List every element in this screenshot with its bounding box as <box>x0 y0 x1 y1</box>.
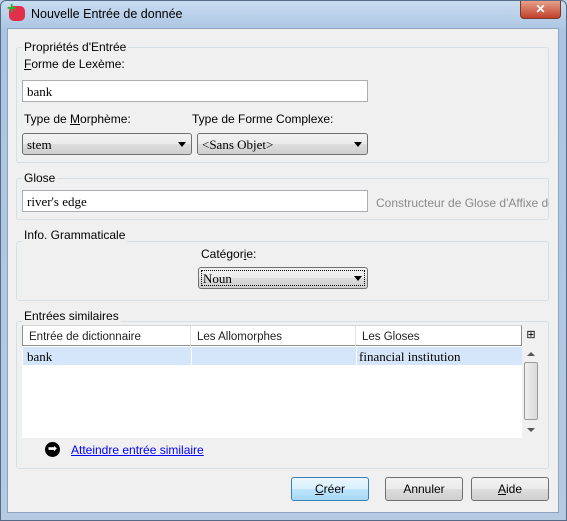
category-label: Catégorie: <box>201 247 257 261</box>
column-chooser-icon[interactable]: ⊞ <box>522 325 540 346</box>
scroll-down-icon[interactable] <box>527 428 535 432</box>
create-button[interactable]: Créer <box>291 477 369 501</box>
app-icon <box>7 0 25 21</box>
close-icon: ✕ <box>535 2 546 16</box>
table-header: Entrée de dictionnaire Les Allomorphes L… <box>22 325 522 346</box>
column-header-allomorphs[interactable]: Les Allomorphes <box>191 326 356 346</box>
complex-form-type-label: Type de Forme Complexe: <box>192 112 334 126</box>
column-header-glosses[interactable]: Les Gloses <box>356 326 521 346</box>
category-select[interactable]: Noun <box>198 267 368 289</box>
scroll-up-icon[interactable] <box>527 352 535 356</box>
help-button[interactable]: Aide <box>471 477 549 501</box>
cell-divider <box>356 347 357 365</box>
morpheme-type-label: Type de Morphème: <box>24 112 131 126</box>
cell-entry: bank <box>27 349 53 364</box>
complex-form-type-select[interactable]: <Sans Objet> <box>197 133 368 155</box>
grammatical-info-label: Info. Grammaticale <box>22 228 128 242</box>
lexeme-form-input[interactable]: bank <box>22 80 368 102</box>
vertical-scrollbar[interactable] <box>522 346 540 438</box>
scrollbar-thumb[interactable] <box>524 362 538 420</box>
window-title: Nouvelle Entrée de donnée <box>31 7 183 21</box>
gloss-label: Glose <box>22 171 58 185</box>
similar-entries-label: Entrées similaires <box>22 309 121 323</box>
chevron-down-icon <box>178 142 186 147</box>
affix-gloss-builder-link[interactable]: Constructeur de Glose d'Affixe de F <box>376 196 549 210</box>
lexeme-form-label: Forme de Lexème: <box>24 57 125 71</box>
cell-glosses: financial institution <box>359 349 461 364</box>
cell-divider <box>191 347 192 365</box>
morpheme-type-select[interactable]: stem <box>22 133 192 155</box>
close-button[interactable]: ✕ <box>520 1 561 19</box>
cancel-button[interactable]: Annuler <box>385 477 463 501</box>
chevron-down-icon <box>354 276 362 281</box>
entry-properties-label: Propriétés d'Entrée <box>22 40 129 54</box>
similar-entries-table: Entrée de dictionnaire Les Allomorphes L… <box>22 325 540 438</box>
gloss-input[interactable]: river's edge <box>22 190 368 212</box>
chevron-down-icon <box>354 142 362 147</box>
table-row[interactable]: bank financial institution <box>23 347 522 365</box>
column-header-entry[interactable]: Entrée de dictionnaire <box>23 326 191 346</box>
arrow-right-icon: ➡ <box>45 442 60 457</box>
goto-similar-entry-link[interactable]: Atteindre entrée similaire <box>71 443 204 457</box>
